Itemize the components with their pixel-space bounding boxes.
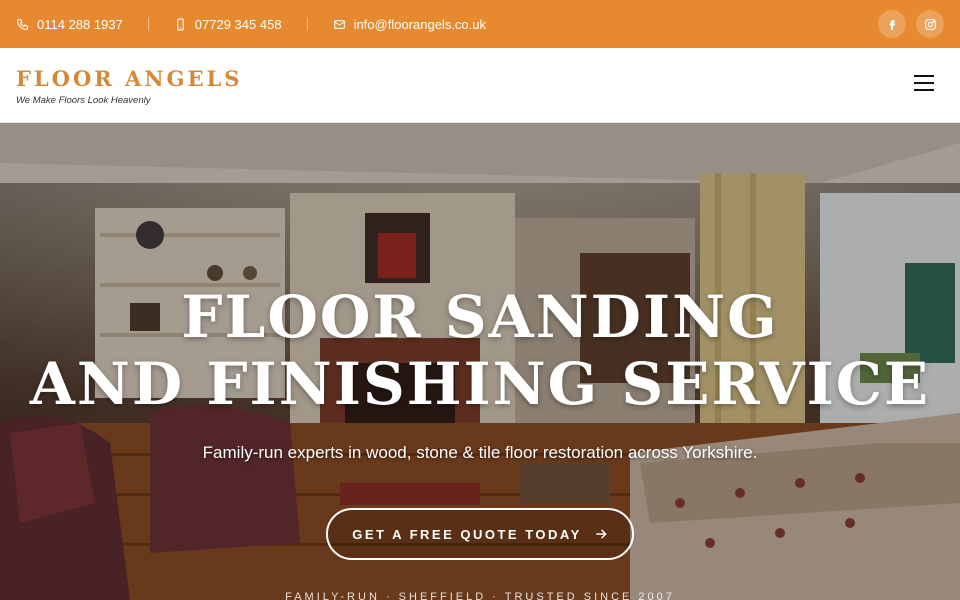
top-contact-bar: 0114 288 1937 07729 345 458 info@flooran… [0,0,960,48]
mobile-phone-icon [177,18,184,30]
hero-title-line-2: AND FINISHING SERVICE [29,350,931,418]
email-link[interactable]: info@floorangels.co.uk [333,17,486,32]
trust-strapline: FAMILY-RUN · SHEFFIELD · TRUSTED SINCE 2… [285,591,675,600]
hamburger-menu-button[interactable] [914,75,934,93]
brand-tagline: We Make Floors Look Heavenly [16,95,151,106]
phone-icon [17,18,28,30]
instagram-icon [924,18,936,30]
social-links [878,10,944,38]
instagram-button[interactable] [916,10,944,38]
hero-subtitle: Family-run experts in wood, stone & tile… [202,443,758,462]
divider [147,17,149,31]
facebook-icon [889,19,895,30]
mail-icon [333,19,345,29]
email-text: info@floorangels.co.uk [353,16,486,32]
hamburger-menu-icon [914,75,934,77]
site-header: FLOOR ANGELS We Make Floors Look Heavenl… [0,48,960,123]
free-quote-button-label: GET A FREE QUOTE TODAY [352,526,582,542]
facebook-button[interactable] [878,10,906,38]
phone-landline-text: 0114 288 1937 [37,16,123,32]
brand-logo[interactable]: FLOOR ANGELS [16,66,242,91]
divider [306,17,308,31]
free-quote-button[interactable]: GET A FREE QUOTE TODAY [326,508,634,560]
arrow-right-icon [596,529,607,539]
hero-title-line-1: FLOOR SANDING [181,283,779,351]
phone-mobile-link[interactable]: 07729 345 458 [174,17,282,32]
hero-section: FLOOR SANDING AND FINISHING SERVICE Fami… [0,123,960,600]
phone-mobile-text: 07729 345 458 [194,16,282,32]
phone-landline-link[interactable]: 0114 288 1937 [16,17,123,32]
